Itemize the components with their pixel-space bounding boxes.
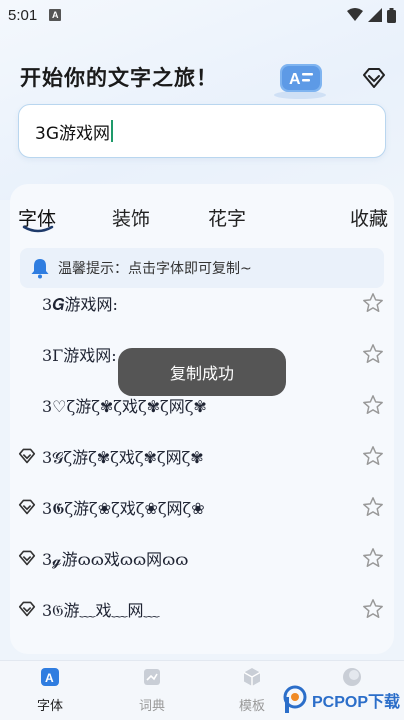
font-row[interactable]: 3𝓖ζ游ζ✾ζ戏ζ✾ζ网ζ✾ bbox=[18, 436, 390, 476]
font-row-text: 3𝓖ζ游ζ✾ζ戏ζ✾ζ网ζ✾ bbox=[42, 448, 204, 467]
nav-dictionary[interactable]: 词典 bbox=[122, 667, 182, 714]
vip-diamond-icon bbox=[18, 549, 36, 567]
watermark-text: PCPOP下载 bbox=[312, 694, 401, 711]
bell-icon bbox=[31, 259, 49, 279]
category-tabs: 字体 装饰 花字 收藏 bbox=[18, 204, 388, 244]
header-background bbox=[0, 0, 404, 200]
font-icon: A bbox=[41, 668, 59, 686]
tip-text: 温馨提示：点击字体即可复制~ bbox=[58, 261, 252, 277]
status-indicators bbox=[347, 7, 396, 23]
watermark: PCPOP下载 bbox=[282, 683, 404, 717]
star-icon[interactable] bbox=[362, 496, 384, 518]
star-icon[interactable] bbox=[362, 343, 384, 365]
status-bar: 5:01 A bbox=[0, 0, 404, 30]
text-input-field[interactable]: 3G游戏网 bbox=[18, 104, 386, 158]
nav-template[interactable]: 模板 bbox=[222, 667, 282, 714]
battery-icon bbox=[387, 7, 396, 23]
page-title: 开始你的文字之旅！ bbox=[20, 66, 218, 90]
signal-icon bbox=[368, 8, 382, 22]
font-row-text: 3𝔊游﹏戏﹏网﹏ bbox=[42, 601, 160, 620]
vip-diamond-icon bbox=[18, 498, 36, 516]
brand-badge-icon: A bbox=[272, 60, 328, 100]
template-icon bbox=[243, 668, 261, 686]
vip-diamond-icon bbox=[18, 447, 36, 465]
watermark-logo-icon bbox=[283, 685, 307, 713]
star-icon[interactable] bbox=[362, 394, 384, 416]
font-row[interactable]: 3𝕲ζ游ζ❀ζ戏ζ❀ζ网ζ❀ bbox=[18, 487, 390, 527]
svg-text:A: A bbox=[45, 671, 54, 685]
nav-font[interactable]: A 字体 bbox=[20, 667, 80, 714]
diamond-icon bbox=[363, 68, 385, 88]
nav-font-label: 字体 bbox=[36, 699, 63, 714]
star-icon[interactable] bbox=[362, 598, 384, 620]
tab-favorites[interactable]: 收藏 bbox=[350, 204, 388, 231]
font-row[interactable]: 3𝑮游戏网: bbox=[18, 283, 390, 323]
vip-diamond-button[interactable] bbox=[360, 64, 388, 92]
text-input-value: 3G游戏网 bbox=[35, 123, 110, 144]
tab-fancy-text[interactable]: 花字 bbox=[208, 204, 246, 231]
copy-success-toast: 复制成功 bbox=[118, 348, 286, 396]
font-row-text: 3𝑮游戏网: bbox=[42, 295, 118, 314]
active-tab-indicator bbox=[22, 225, 54, 233]
star-icon[interactable] bbox=[362, 445, 384, 467]
nav-dictionary-label: 词典 bbox=[138, 699, 165, 714]
text-caret bbox=[111, 120, 113, 142]
star-icon[interactable] bbox=[362, 547, 384, 569]
font-row-text: 3𝓰游ɷɷ戏ɷɷ网ɷɷ bbox=[42, 550, 189, 569]
font-row-text: 3𝕲ζ游ζ❀ζ戏ζ❀ζ网ζ❀ bbox=[42, 499, 205, 518]
wifi-icon bbox=[347, 8, 363, 21]
tip-banner: 温馨提示：点击字体即可复制~ bbox=[20, 248, 384, 288]
notification-app-icon: A bbox=[49, 9, 62, 21]
vip-diamond-icon bbox=[18, 600, 36, 618]
font-row-text: 3Γ游戏网: bbox=[42, 346, 117, 365]
font-row[interactable]: 3𝓰游ɷɷ戏ɷɷ网ɷɷ bbox=[18, 538, 390, 578]
dictionary-icon bbox=[144, 669, 160, 685]
font-row-text: 3♡ζ游ζ✾ζ戏ζ✾ζ网ζ✾ bbox=[42, 397, 207, 416]
nav-template-label: 模板 bbox=[238, 699, 265, 714]
tab-decoration[interactable]: 装饰 bbox=[112, 204, 150, 231]
brand-badge-letter: A bbox=[289, 71, 301, 88]
status-time: 5:01 bbox=[8, 6, 38, 24]
star-icon[interactable] bbox=[362, 292, 384, 314]
font-row[interactable]: 3𝔊游﹏戏﹏网﹏ bbox=[18, 589, 390, 629]
